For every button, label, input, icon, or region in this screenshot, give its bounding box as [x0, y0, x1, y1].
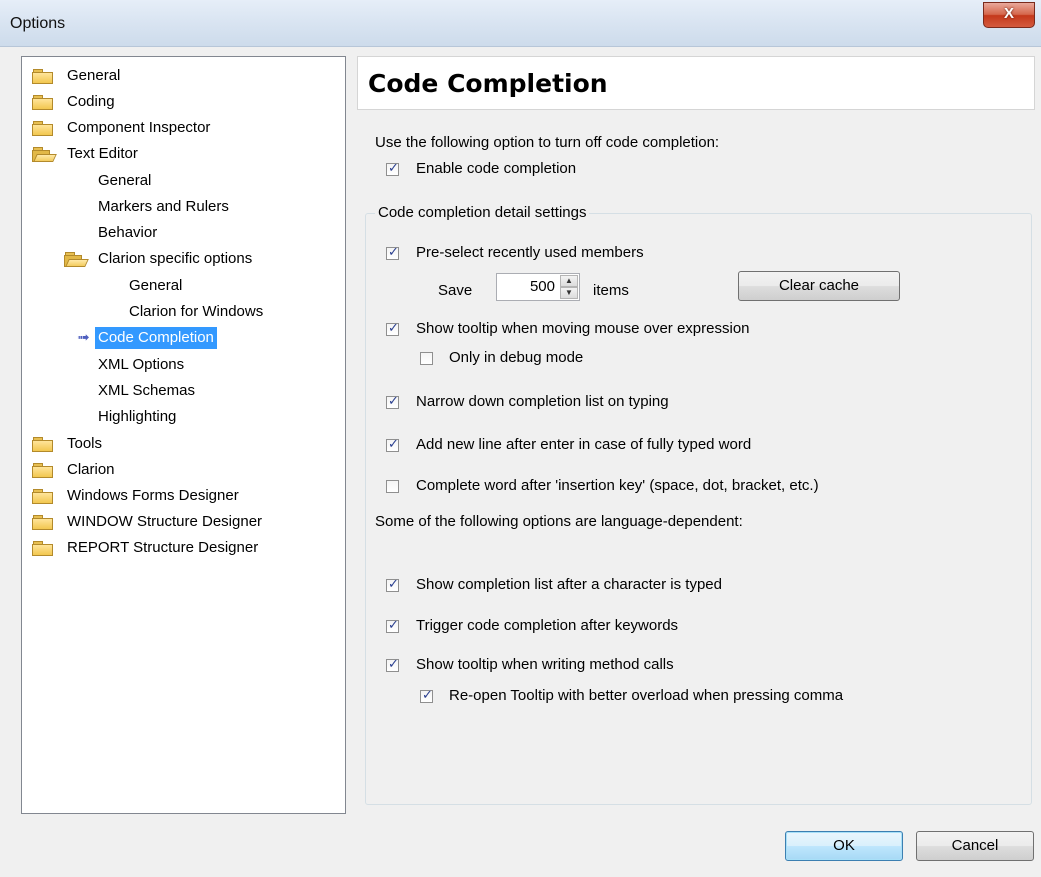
tree-item-label: Component Inspector: [67, 119, 211, 136]
save-label: Save: [438, 282, 473, 299]
tree-item-label: Clarion for Windows: [129, 303, 264, 320]
group-title: Code completion detail settings: [375, 204, 590, 221]
options-tree[interactable]: General Coding Component Inspector Text …: [21, 56, 346, 814]
tree-item-label: Text Editor: [67, 145, 138, 162]
folder-icon: [32, 489, 54, 504]
tree-item-label: Behavior: [98, 224, 158, 241]
complete-word-label: Complete word after 'insertion key' (spa…: [416, 477, 819, 494]
items-label: items: [593, 282, 629, 299]
clear-cache-button[interactable]: Clear cache: [738, 271, 900, 301]
tree-item-label: Clarion specific options: [98, 250, 253, 267]
trigger-label: Trigger code completion after keywords: [416, 617, 679, 634]
tooltip-mouse-checkbox[interactable]: [386, 320, 399, 336]
heading-box: Code Completion: [357, 56, 1035, 110]
tree-item-label: Coding: [67, 93, 115, 110]
tree-item-xml-options[interactable]: XML Options: [98, 354, 184, 376]
show-list-checkbox[interactable]: [386, 576, 399, 592]
tree-item-label: General: [67, 67, 121, 84]
tree-item-label: General: [129, 277, 183, 294]
spin-down-icon[interactable]: ▼: [560, 287, 578, 299]
tree-item-label: XML Schemas: [98, 382, 195, 399]
options-dialog: Options X General Coding Component Inspe…: [0, 0, 1041, 877]
enable-code-completion-label: Enable code completion: [416, 160, 577, 177]
detail-settings-group: [365, 213, 1032, 805]
page-title: Code Completion: [368, 69, 608, 98]
tree-item-label: Markers and Rulers: [98, 198, 229, 215]
title-bar: Options X: [0, 0, 1041, 47]
complete-word-checkbox[interactable]: [386, 480, 399, 493]
folder-icon: [32, 437, 54, 452]
tree-item-code-completion[interactable]: ➟ Code Completion: [22, 327, 322, 349]
tooltip-calls-checkbox[interactable]: [386, 656, 399, 672]
save-items-value: 500: [529, 278, 555, 295]
tree-item-markers-rulers[interactable]: Markers and Rulers: [98, 196, 229, 218]
tree-item-label: XML Options: [98, 356, 185, 373]
clear-cache-label: Clear cache: [778, 277, 860, 294]
tree-item-label: Clarion: [67, 461, 115, 478]
tree-item-label: REPORT Structure Designer: [67, 539, 259, 556]
preselect-checkbox[interactable]: [386, 244, 399, 260]
reopen-checkbox[interactable]: [420, 687, 433, 703]
debug-only-label: Only in debug mode: [449, 349, 584, 366]
folder-open-icon: [64, 252, 89, 267]
tree-item-clarion-for-windows[interactable]: Clarion for Windows: [129, 301, 263, 323]
tree-item-highlighting[interactable]: Highlighting: [98, 406, 176, 428]
folder-open-icon: [32, 147, 57, 162]
tree-item-label: Code Completion: [95, 327, 217, 349]
folder-icon: [32, 515, 54, 530]
close-icon: X: [1003, 5, 1014, 22]
folder-icon: [32, 69, 54, 84]
tree-item-label: Highlighting: [98, 408, 177, 425]
tooltip-calls-label: Show tooltip when writing method calls: [416, 656, 674, 673]
tree-item-label: General: [98, 172, 152, 189]
tree-item-label: WINDOW Structure Designer: [67, 513, 263, 530]
newline-label: Add new line after enter in case of full…: [416, 436, 752, 453]
tooltip-mouse-label: Show tooltip when moving mouse over expr…: [416, 320, 750, 337]
narrow-label: Narrow down completion list on typing: [416, 393, 669, 410]
ok-label: OK: [833, 837, 855, 854]
narrow-checkbox[interactable]: [386, 393, 399, 409]
trigger-checkbox[interactable]: [386, 617, 399, 633]
cancel-button[interactable]: Cancel: [916, 831, 1034, 861]
window-title: Options: [10, 15, 66, 32]
intro-text: Use the following option to turn off cod…: [375, 134, 720, 151]
folder-icon: [32, 541, 54, 556]
tree-item-behavior[interactable]: Behavior: [98, 222, 157, 244]
tree-item-label: Tools: [67, 435, 103, 452]
tree-item-label: Windows Forms Designer: [67, 487, 239, 504]
language-note: Some of the following options are langua…: [375, 513, 743, 530]
preselect-label: Pre-select recently used members: [416, 244, 644, 261]
folder-icon: [32, 95, 54, 110]
tree-item-text-editor-general[interactable]: General: [98, 170, 151, 192]
code-completion-panel: Code Completion Use the following option…: [357, 56, 1035, 806]
tree-item-clarion-general[interactable]: General: [129, 275, 182, 297]
cancel-label: Cancel: [951, 837, 999, 854]
tree-item-xml-schemas[interactable]: XML Schemas: [98, 380, 195, 402]
folder-icon: [32, 463, 54, 478]
arrow-right-icon: ➟: [77, 329, 90, 346]
close-button[interactable]: X: [983, 2, 1035, 28]
debug-only-checkbox[interactable]: [420, 352, 433, 365]
ok-button[interactable]: OK: [785, 831, 903, 861]
spin-up-icon[interactable]: ▲: [560, 275, 578, 287]
save-items-stepper[interactable]: 500 ▲ ▼: [496, 273, 580, 301]
reopen-label: Re-open Tooltip with better overload whe…: [449, 687, 844, 704]
show-list-label: Show completion list after a character i…: [416, 576, 722, 593]
enable-code-completion-checkbox[interactable]: [386, 160, 399, 176]
folder-icon: [32, 121, 54, 136]
newline-checkbox[interactable]: [386, 436, 399, 452]
